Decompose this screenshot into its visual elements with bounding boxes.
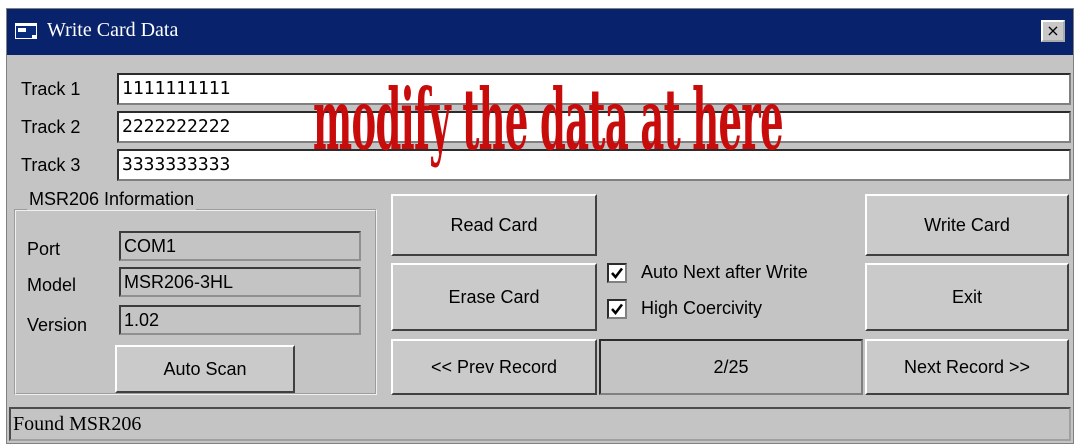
high-coercivity-checkbox[interactable] <box>607 299 627 319</box>
erase-card-label: Erase Card <box>448 286 540 307</box>
record-counter-text: 2/25 <box>713 356 749 377</box>
write-card-window: Write Card Data × Track 1 1111111111 Tra… <box>6 8 1074 444</box>
model-value: MSR206-3HL <box>119 267 361 297</box>
track-2-label: Track 2 <box>21 117 81 137</box>
annotation-overlay: modify the data at here <box>313 71 784 170</box>
auto-next-checkbox[interactable] <box>607 263 627 283</box>
app-window-icon <box>15 23 37 39</box>
prev-record-label: << Prev Record <box>430 356 558 377</box>
window-title: Write Card Data <box>47 19 179 41</box>
status-text: Found MSR206 <box>13 413 142 435</box>
version-value: 1.02 <box>119 305 361 335</box>
read-card-label: Read Card <box>450 214 538 235</box>
auto-next-label[interactable]: Auto Next after Write <box>641 262 808 283</box>
next-record-label: Next Record >> <box>903 356 1031 377</box>
version-label: Version <box>27 315 88 335</box>
erase-card-button[interactable]: Erase Card <box>391 263 597 331</box>
title-bar[interactable]: Write Card Data × <box>7 9 1073 55</box>
checkmark-icon <box>611 267 623 279</box>
info-group-title: MSR206 Information <box>27 189 197 210</box>
model-label: Model <box>27 275 77 295</box>
next-record-button[interactable]: Next Record >> <box>865 339 1069 395</box>
record-counter: 2/25 <box>599 339 863 395</box>
read-card-button[interactable]: Read Card <box>391 194 597 256</box>
exit-button[interactable]: Exit <box>865 263 1069 331</box>
prev-record-button[interactable]: << Prev Record <box>391 339 597 395</box>
auto-scan-button[interactable]: Auto Scan <box>115 345 295 393</box>
track-1-label: Track 1 <box>21 79 81 99</box>
port-value: COM1 <box>119 231 361 261</box>
port-label: Port <box>27 239 61 259</box>
close-button[interactable]: × <box>1041 20 1065 42</box>
high-coercivity-label[interactable]: High Coercivity <box>641 298 762 319</box>
write-card-label: Write Card <box>924 214 1010 235</box>
auto-scan-label: Auto Scan <box>163 358 247 379</box>
exit-label: Exit <box>951 286 982 307</box>
close-icon: × <box>1046 21 1060 40</box>
status-bar: Found MSR206 <box>9 407 1071 441</box>
checkmark-icon <box>611 303 623 315</box>
track-3-label: Track 3 <box>21 155 81 175</box>
write-card-button[interactable]: Write Card <box>865 194 1069 256</box>
